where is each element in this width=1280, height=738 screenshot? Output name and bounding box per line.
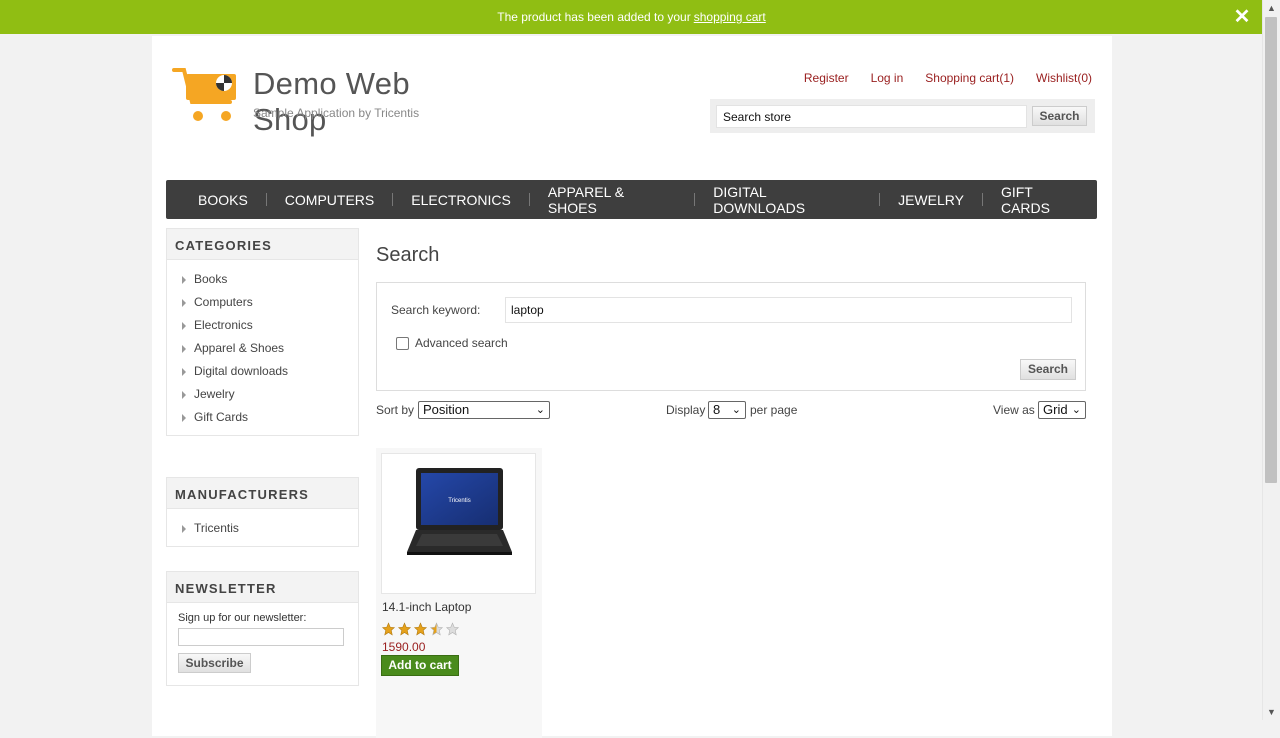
chevron-down-icon: ⌄ xyxy=(1071,404,1081,416)
scrollbar[interactable]: ▲ ▼ xyxy=(1262,0,1280,720)
newsletter-block: NEWSLETTER Sign up for our newsletter: S… xyxy=(166,571,359,686)
menu-separator xyxy=(528,193,530,206)
cart-logo-icon xyxy=(172,68,236,121)
scrollbar-thumb[interactable] xyxy=(1265,17,1277,483)
search-button[interactable]: Search xyxy=(1020,359,1076,380)
empty-star-icon xyxy=(445,622,460,636)
menu-separator xyxy=(981,193,983,206)
menu-separator xyxy=(879,193,881,206)
star-icon xyxy=(413,622,428,636)
menu-gift-cards[interactable]: GIFT CARDS xyxy=(989,184,1097,216)
categories-title: CATEGORIES xyxy=(167,229,358,260)
page-size-value: 8 xyxy=(713,402,721,417)
laptop-screen-text: Tricentis xyxy=(448,498,470,504)
category-books[interactable]: Books xyxy=(167,268,358,291)
header-search: Search store Search xyxy=(710,99,1095,133)
product-item: Tricentis 14.1-inch Laptop 1590.00 Add t… xyxy=(376,448,542,738)
search-keyword-input[interactable]: laptop xyxy=(505,297,1072,323)
laptop-image: Tricentis xyxy=(407,468,512,555)
menu-digital-downloads[interactable]: DIGITAL DOWNLOADS xyxy=(701,184,873,216)
view-mode-value: Grid xyxy=(1043,402,1068,417)
menu-books[interactable]: BOOKS xyxy=(186,192,260,208)
add-to-cart-button[interactable]: Add to cart xyxy=(381,655,459,676)
notification-message: The product has been added to your xyxy=(497,10,691,24)
category-gift-cards[interactable]: Gift Cards xyxy=(167,406,358,429)
category-computers[interactable]: Computers xyxy=(167,291,358,314)
category-electronics[interactable]: Electronics xyxy=(167,314,358,337)
scroll-up-icon[interactable]: ▲ xyxy=(1267,3,1276,13)
menu-apparel-shoes[interactable]: APPAREL & SHOES xyxy=(536,184,688,216)
advanced-search-label[interactable]: Advanced search xyxy=(415,336,508,350)
top-menu: BOOKS COMPUTERS ELECTRONICS APPAREL & SH… xyxy=(166,180,1097,219)
shopping-cart-header-link[interactable]: Shopping cart(1) xyxy=(925,71,1014,85)
view-as-label: View as xyxy=(993,403,1035,417)
newsletter-title: NEWSLETTER xyxy=(167,572,358,603)
category-digital-downloads[interactable]: Digital downloads xyxy=(167,360,358,383)
product-image[interactable]: Tricentis xyxy=(381,453,536,594)
menu-jewelry[interactable]: JEWELRY xyxy=(886,192,976,208)
close-icon[interactable]: ✕ xyxy=(1233,7,1251,27)
view-mode-select[interactable]: Grid ⌄ xyxy=(1038,401,1086,419)
newsletter-label: Sign up for our newsletter: xyxy=(178,612,307,624)
scroll-down-icon[interactable]: ▼ xyxy=(1267,707,1276,717)
chevron-down-icon: ⌄ xyxy=(535,404,545,416)
search-store-input[interactable]: Search store xyxy=(716,105,1027,128)
search-keyword-label: Search keyword: xyxy=(391,303,481,317)
notification-bar: The product has been added to your shopp… xyxy=(0,0,1263,34)
page-size-select[interactable]: 8 ⌄ xyxy=(708,401,746,419)
star-icon xyxy=(397,622,412,636)
site-title: Demo Web Shop xyxy=(253,66,410,137)
logo[interactable]: Demo Web Shop Sample Application by Tric… xyxy=(172,66,477,137)
sort-by-label: Sort by xyxy=(376,403,415,417)
product-price: 1590.00 xyxy=(382,640,426,654)
menu-separator xyxy=(694,193,696,206)
category-jewelry[interactable]: Jewelry xyxy=(167,383,358,406)
chevron-down-icon: ⌄ xyxy=(731,404,741,416)
per-page-label: per page xyxy=(750,403,798,417)
menu-separator xyxy=(392,193,394,206)
search-panel: Search keyword: laptop Advanced search S… xyxy=(376,282,1086,391)
manufacturers-title: MANUFACTURERS xyxy=(167,478,358,509)
menu-electronics[interactable]: ELECTRONICS xyxy=(399,192,523,208)
menu-computers[interactable]: COMPUTERS xyxy=(273,192,386,208)
category-apparel-shoes[interactable]: Apparel & Shoes xyxy=(167,337,358,360)
manufacturer-tricentis[interactable]: Tricentis xyxy=(167,517,358,540)
page-title: Search xyxy=(376,244,440,266)
header-links: Register Log in Shopping cart(1) Wishlis… xyxy=(804,71,1092,85)
subscribe-button[interactable]: Subscribe xyxy=(178,653,251,673)
star-icon xyxy=(381,622,396,636)
advanced-search-checkbox[interactable] xyxy=(396,337,409,350)
sort-by-select[interactable]: Position ⌄ xyxy=(418,401,550,419)
half-star-icon xyxy=(429,622,444,636)
site-tagline: Sample Application by Tricentis xyxy=(253,106,420,120)
header-search-button[interactable]: Search xyxy=(1032,106,1087,126)
shopping-cart-link[interactable]: shopping cart xyxy=(694,10,766,24)
page-container: Demo Web Shop Sample Application by Tric… xyxy=(152,36,1112,738)
rating-stars xyxy=(381,622,460,636)
categories-block: CATEGORIES Books Computers Electronics A… xyxy=(166,228,359,436)
manufacturers-block: MANUFACTURERS Tricentis xyxy=(166,477,359,547)
wishlist-link[interactable]: Wishlist(0) xyxy=(1036,71,1092,85)
newsletter-email-field[interactable] xyxy=(178,628,344,646)
display-label: Display xyxy=(666,403,706,417)
register-link[interactable]: Register xyxy=(804,71,849,85)
product-name[interactable]: 14.1-inch Laptop xyxy=(382,600,471,614)
sort-by-value: Position xyxy=(423,402,470,417)
login-link[interactable]: Log in xyxy=(871,71,904,85)
menu-separator xyxy=(265,193,267,206)
